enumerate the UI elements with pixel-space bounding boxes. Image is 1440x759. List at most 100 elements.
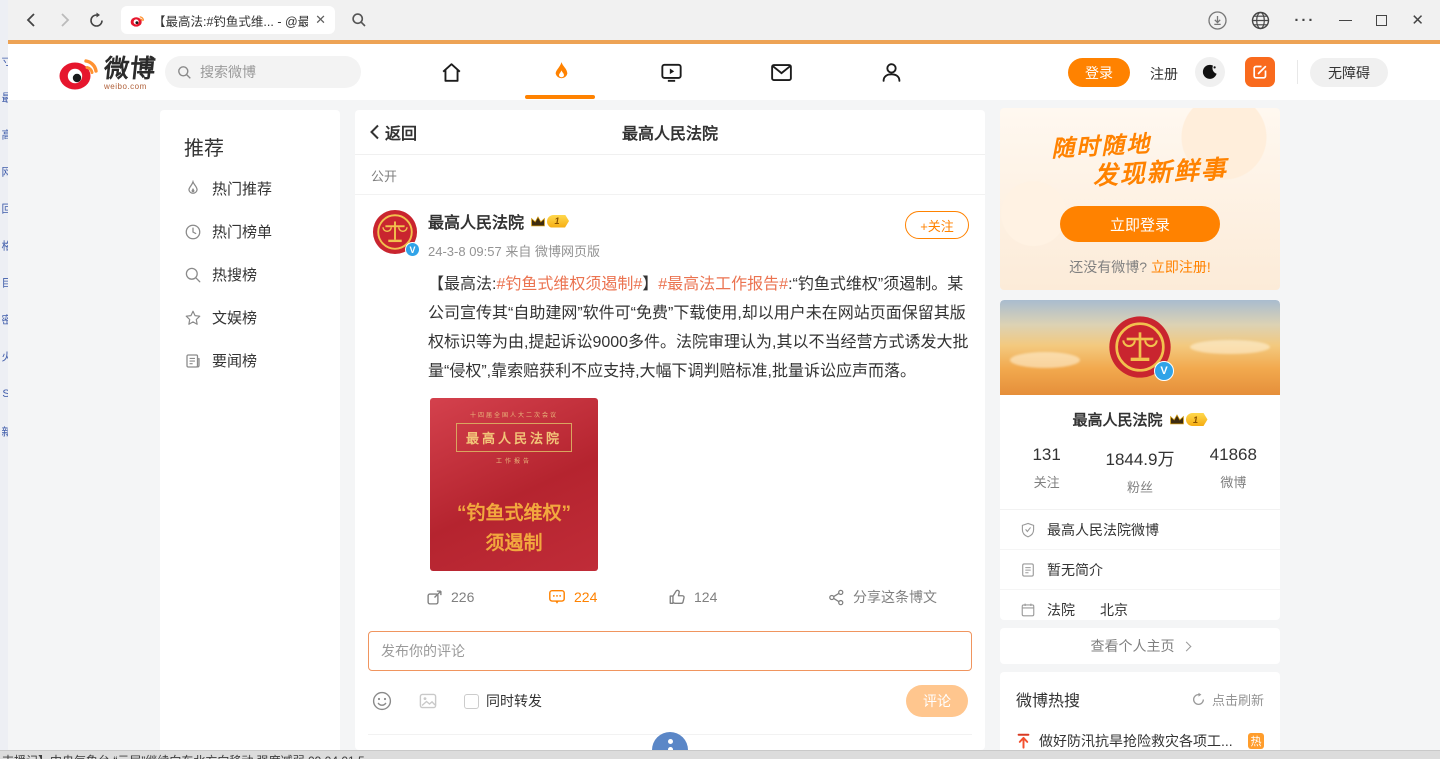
nav-hot[interactable] [548, 59, 574, 85]
login-now-button[interactable]: 立即登录 [1060, 206, 1220, 242]
browser-tab[interactable]: 【最高法:#钓鱼式维... - @最 ✕ [121, 6, 335, 34]
comment-button[interactable]: 224 [548, 588, 668, 606]
stat-followers[interactable]: 1844.9万 粉丝 [1093, 445, 1186, 496]
nav-home[interactable] [438, 59, 464, 85]
browser-back-icon[interactable] [24, 12, 40, 28]
globe-icon[interactable] [1251, 11, 1270, 30]
emoji-picker-button[interactable] [372, 691, 392, 711]
attach-image-button[interactable] [418, 691, 438, 711]
dark-mode-toggle[interactable] [1195, 57, 1225, 87]
view-profile-link[interactable]: 查看个人主页 [1000, 628, 1280, 664]
hot-search-refresh[interactable]: 点击刷新 [1191, 690, 1264, 709]
checkbox-icon[interactable] [464, 694, 479, 709]
back-chevron-icon [369, 124, 380, 140]
repost-toggle-label: 同时转发 [486, 691, 542, 711]
register-now-link[interactable]: 立即注册! [1151, 259, 1211, 275]
browser-menu-icon[interactable]: ··· [1294, 12, 1315, 29]
view-profile-label: 查看个人主页 [1091, 636, 1175, 656]
compose-button[interactable] [1245, 57, 1275, 87]
detail-header: 返回 最高人民法院 [355, 110, 985, 155]
browser-refresh-icon[interactable] [88, 12, 105, 29]
post-timestamp[interactable]: 24-3-8 09:57 来自 微博网页版 [428, 241, 969, 260]
logo-title: 微博 [103, 57, 158, 82]
hot-search-title: 微博热搜 [1016, 687, 1080, 711]
video-icon [659, 60, 684, 85]
verified-badge: V [1154, 361, 1174, 381]
browser-search-icon[interactable] [351, 12, 367, 28]
sidebar-item-news[interactable]: 要闻榜 [160, 339, 340, 382]
profile-stats: 131 关注 1844.9万 粉丝 41868 微博 [1000, 445, 1280, 496]
comment-input[interactable] [368, 631, 972, 671]
minimize-icon[interactable] [1339, 20, 1352, 21]
stat-posts[interactable]: 41868 微博 [1187, 445, 1280, 496]
logo-domain: weibo.com [104, 83, 156, 91]
sidebar-item-hot-search[interactable]: 热搜榜 [160, 253, 340, 296]
profile-verified-row: 最高人民法院微博 [1000, 510, 1280, 550]
login-button[interactable]: 登录 [1068, 58, 1130, 87]
profile-card: V 最高人民法院 1 131 关注 1844.9万 粉丝 41868 微博 [1000, 300, 1280, 620]
weibo-header: 微博 weibo.com 登录 注册 [8, 44, 1440, 100]
hashtag-link[interactable]: #最高法工作报告# [658, 276, 788, 293]
share-label: 分享这条博文 [853, 587, 937, 607]
sidebar-item-label: 要闻榜 [212, 350, 257, 371]
sidebar-item-entertainment[interactable]: 文娱榜 [160, 296, 340, 339]
mail-icon [769, 60, 794, 85]
post: V 最高人民法院 1 24-3-8 09:57 来自 微博网页版 +关注 【最高… [355, 195, 985, 619]
header-search[interactable] [165, 56, 361, 88]
browser-forward-icon[interactable] [56, 12, 72, 28]
post-author-avatar[interactable]: V [372, 209, 418, 255]
repost-count: 226 [451, 589, 474, 605]
comment-count: 224 [574, 589, 597, 605]
sidebar-item-hot-list[interactable]: 热门榜单 [160, 210, 340, 253]
hot-search-card: 微博热搜 点击刷新 做好防汛抗旱抢险救灾各项工... 热 [1000, 672, 1280, 759]
repost-icon [426, 589, 443, 606]
share-button[interactable]: 分享这条博文 [828, 587, 937, 607]
moon-icon [1202, 64, 1218, 80]
maximize-icon[interactable] [1376, 15, 1387, 26]
comment-submit-button[interactable]: 评论 [906, 685, 968, 717]
member-crown-badge: 1 [530, 215, 569, 228]
home-icon [439, 60, 464, 85]
background-window-bottom-sliver: 支援记】中央气象台 “云层”继续向东北方向移动 强度减弱 09 04 01.5 [0, 750, 1440, 759]
back-label: 返回 [385, 120, 417, 144]
tab-close-icon[interactable]: ✕ [315, 12, 326, 28]
window-close-icon[interactable]: ✕ [1411, 11, 1424, 29]
like-button[interactable]: 124 [668, 588, 828, 606]
nav-messages[interactable] [768, 59, 794, 85]
weibo-favicon [130, 13, 146, 28]
weibo-eye-icon [58, 53, 102, 91]
post-image[interactable]: 十四届全国人大二次会议 最高人民法院 工作报告 “钓鱼式维权” 须遏制 [430, 398, 598, 571]
nav-video[interactable] [658, 59, 684, 85]
profile-name[interactable]: 最高人民法院 [1072, 409, 1162, 430]
accessibility-button[interactable]: 无障碍 [1310, 58, 1388, 87]
nav-profile[interactable] [878, 59, 904, 85]
background-window-bottom-text: 支援记】中央气象台 “云层”继续向东北方向移动 强度减弱 09 04 01.5 [0, 752, 1440, 759]
post-image-line1: “钓鱼式维权” [457, 499, 571, 529]
member-crown-badge: 1 [1169, 413, 1208, 426]
stat-value: 131 [1000, 445, 1093, 465]
repost-button[interactable]: 226 [426, 589, 548, 606]
hot-badge: 热 [1248, 733, 1264, 749]
stat-label: 微博 [1187, 472, 1280, 491]
register-link[interactable]: 注册 [1150, 64, 1178, 84]
post-text: 【最高法:#钓鱼式维权须遏制#】#最高法工作报告#:“钓鱼式维权”须遏制。某公司… [428, 270, 976, 386]
search-input[interactable] [200, 64, 340, 80]
repost-toggle[interactable]: 同时转发 [464, 691, 542, 711]
sidebar-item-hot-recommend[interactable]: 热门推荐 [160, 167, 340, 210]
header-divider [1297, 60, 1298, 84]
post-author-name[interactable]: 最高人民法院 [428, 209, 524, 233]
pinned-up-arrow-icon [1016, 733, 1031, 749]
downloads-icon[interactable] [1208, 11, 1227, 30]
stat-following[interactable]: 131 关注 [1000, 445, 1093, 496]
follow-button[interactable]: +关注 [905, 211, 969, 239]
back-button[interactable]: 返回 [369, 120, 417, 144]
crown-icon [1169, 413, 1185, 426]
profile-avatar[interactable]: V [1108, 315, 1172, 379]
emoji-icon [372, 691, 392, 711]
hot-search-text: 做好防汛抗旱抢险救灾各项工... [1039, 731, 1240, 751]
hot-search-item[interactable]: 做好防汛抗旱抢险救灾各项工... 热 [1016, 731, 1264, 751]
weibo-logo[interactable]: 微博 weibo.com [58, 53, 156, 91]
profile-bio-text: 暂无简介 [1047, 560, 1103, 580]
hashtag-link[interactable]: #钓鱼式维权须遏制# [496, 276, 642, 293]
comment-compose-area: 同时转发 评论 [355, 619, 985, 735]
